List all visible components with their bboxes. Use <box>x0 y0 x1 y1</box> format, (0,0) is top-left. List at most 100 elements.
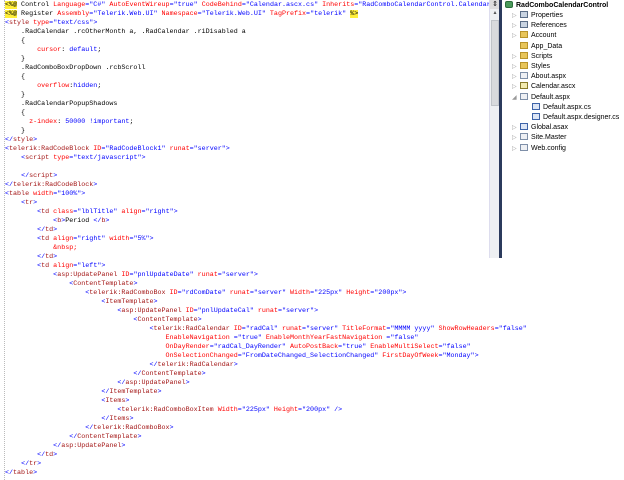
expander-icon[interactable]: ▷ <box>512 123 520 133</box>
code-line: </td> <box>5 226 527 235</box>
tree-item[interactable]: ▷ Global.asax <box>512 123 568 133</box>
scroll-thumb[interactable] <box>491 20 499 106</box>
tree-item[interactable]: ▷ About.aspx <box>512 72 566 82</box>
code-token: </ <box>37 451 46 459</box>
code-token: "radCal" <box>245 325 278 333</box>
tree-item[interactable]: ◢ Default.aspx <box>512 92 570 103</box>
code-token: "MMMM yyyy" <box>390 325 435 333</box>
code-line: </ItemTemplate> <box>5 388 527 397</box>
code-token: overflow <box>37 82 70 90</box>
code-token: ContentTemplate <box>77 433 138 441</box>
code-token: "Telerik.Web.UI" <box>93 10 158 18</box>
code-token: </ <box>21 460 30 468</box>
code-line: <table width="100%"> <box>5 190 527 199</box>
tree-item[interactable]: ▷ Site.Master <box>512 133 566 143</box>
code-token: "false" <box>498 325 527 333</box>
tree-item[interactable]: ▷ Account <box>512 31 556 41</box>
expander-icon[interactable]: ▷ <box>512 11 520 21</box>
expander-icon[interactable]: ▷ <box>512 82 520 92</box>
code-token: "FromDateChanged_SelectionChanged" <box>241 352 379 360</box>
code-token: > <box>53 226 58 234</box>
tree-item[interactable]: ▷ Properties <box>512 11 563 21</box>
code-token: EnableMonthYearFastNavigation <box>265 334 387 342</box>
code-token: script <box>29 172 54 180</box>
code-text[interactable]: <%@ Control Language="C#" AutoEventWireu… <box>5 1 527 478</box>
code-token: runat <box>169 145 190 153</box>
code-line: OnDayRender="radCal_DayRender" AutoPostB… <box>5 343 527 352</box>
code-token: TitleFormat <box>342 325 387 333</box>
code-line: z-index: 50000 !important; <box>5 118 527 127</box>
code-token: "lblTitle" <box>77 208 118 216</box>
expander-icon[interactable]: ▷ <box>512 72 520 82</box>
tree-item[interactable]: ▷ Scripts <box>512 51 553 62</box>
code-token: "200px" <box>374 289 403 297</box>
code-token: > <box>233 361 238 369</box>
code-line: </style> <box>5 136 527 145</box>
code-token: { <box>5 73 26 81</box>
code-token: "5%" <box>133 235 150 243</box>
code-token: "left" <box>77 262 102 270</box>
code-token: 50000 !important <box>65 118 130 126</box>
code-token: type <box>53 154 70 162</box>
project-node[interactable]: RadComboCalendarControl <box>505 1 608 11</box>
code-token: tr <box>25 199 34 207</box>
code-token: </ <box>149 361 158 369</box>
tree-item-label: References <box>531 22 567 30</box>
code-token: : <box>57 118 66 126</box>
tree-item[interactable]: Default.aspx.designer.cs <box>532 113 619 123</box>
tree-item[interactable]: ▷ Calendar.ascx <box>512 82 575 92</box>
code-line: .RadCalendar .rcOtherMonth a, .RadCalend… <box>5 28 527 37</box>
code-token: > <box>53 451 58 459</box>
code-line: </td> <box>5 253 527 262</box>
code-token: Assembly <box>57 10 90 18</box>
code-token: "telerik" <box>310 10 347 18</box>
expander-icon[interactable]: ◢ <box>512 93 520 103</box>
code-token: "radCal_DayRender" <box>213 343 286 351</box>
expander-icon[interactable]: ▷ <box>512 31 520 41</box>
code-line: <ItemTemplate> <box>5 298 527 307</box>
code-token: .RadCalendarPopupShadows <box>5 100 118 108</box>
expander-icon[interactable]: ▷ <box>512 52 520 62</box>
code-line: <asp:UpdatePanel ID="pnlUpdateCal" runat… <box>5 307 527 316</box>
code-token: align <box>121 208 142 216</box>
expander-icon[interactable]: ▷ <box>512 144 520 154</box>
ascx-icon <box>520 82 528 90</box>
code-token: Items <box>105 397 126 405</box>
code-token: z-index <box>29 118 58 126</box>
tree-item[interactable]: Default.aspx.cs <box>532 102 591 113</box>
code-token: ContentTemplate <box>137 316 198 324</box>
code-token: ContentTemplate <box>73 280 134 288</box>
code-token: Items <box>109 415 130 423</box>
code-token: } <box>5 127 26 135</box>
code-token: > <box>81 190 86 198</box>
code-line: </telerik:RadCodeBlock> <box>5 181 527 190</box>
code-token: > <box>93 19 98 27</box>
tree-item[interactable]: ▷ Styles <box>512 62 550 72</box>
code-line: <td align="right" width="5%"> <box>5 235 527 244</box>
tree-item[interactable]: ▷ Web.config <box>512 143 566 154</box>
tree-item[interactable]: ▷ References <box>512 21 567 31</box>
expander-icon[interactable]: ▷ <box>512 133 520 143</box>
tree-item[interactable]: App_Data <box>512 41 562 52</box>
expander-icon[interactable]: ▷ <box>512 21 520 31</box>
code-token: > <box>37 460 42 468</box>
tree-item-label: Default.aspx.designer.cs <box>543 114 620 121</box>
project-label: RadComboCalendarControl <box>516 2 609 9</box>
code-token: "Telerik.Web.UI" <box>201 10 266 18</box>
code-token: "225px" <box>241 406 270 414</box>
expander-icon[interactable]: ▷ <box>512 62 520 72</box>
code-token: telerik:RadCodeBlock <box>13 181 94 189</box>
code-token: ; <box>129 118 134 126</box>
code-token: { <box>5 109 26 117</box>
tree-item-label: Scripts <box>531 52 553 60</box>
code-line: <td class="lblTitle" align="right"> <box>5 208 527 217</box>
